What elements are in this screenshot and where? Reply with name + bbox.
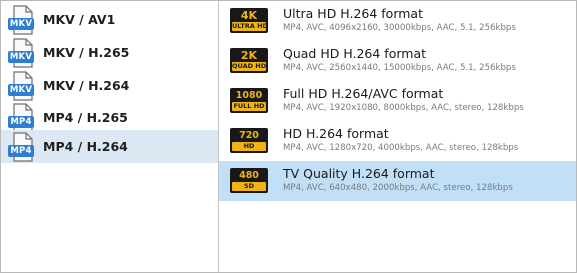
2k-quad-hd-badge-icon: 2K QUAD HD — [230, 48, 268, 73]
preset-item-hd[interactable]: 720 HD HD H.264 format MP4, AVC, 1280x72… — [219, 121, 576, 161]
format-label: MP4 / H.264 — [43, 139, 128, 154]
format-label: MKV / H.265 — [43, 45, 130, 60]
mkv-file-icon: MKV — [8, 37, 36, 68]
4k-ultra-hd-badge-icon: 4K ULTRA HD — [230, 8, 268, 33]
format-label: MP4 / H.265 — [43, 110, 128, 125]
preset-description: MP4, AVC, 2560x1440, 15000kbps, AAC, 5.1… — [283, 63, 516, 73]
preset-description: MP4, AVC, 4096x2160, 30000kbps, AAC, 5.1… — [283, 23, 516, 33]
format-picker: MKV MKV / AV1 MKV MKV / H.265 MKV MKV / … — [0, 0, 577, 273]
preset-title: Full HD H.264/AVC format — [283, 86, 444, 101]
720-hd-badge-icon: 720 HD — [230, 128, 268, 153]
mp4-file-icon: MP4 — [8, 102, 36, 133]
format-item-mkv-h265[interactable]: MKV MKV / H.265 — [1, 36, 218, 69]
preset-description: MP4, AVC, 640x480, 2000kbps, AAC, stereo… — [283, 183, 513, 193]
preset-description: MP4, AVC, 1280x720, 4000kbps, AAC, stere… — [283, 143, 519, 153]
preset-item-tv-quality[interactable]: 480 SD TV Quality H.264 format MP4, AVC,… — [219, 161, 576, 201]
mkv-file-icon: MKV — [8, 4, 36, 35]
format-label: MKV / AV1 — [43, 12, 116, 27]
mkv-file-icon: MKV — [8, 70, 36, 101]
480-sd-badge-icon: 480 SD — [230, 168, 268, 193]
preset-description: MP4, AVC, 1920x1080, 8000kbps, AAC, ster… — [283, 103, 524, 113]
preset-title: TV Quality H.264 format — [283, 166, 435, 181]
mp4-file-icon: MP4 — [8, 131, 36, 162]
preset-item-quad-hd[interactable]: 2K QUAD HD Quad HD H.264 format MP4, AVC… — [219, 41, 576, 81]
format-label: MKV / H.264 — [43, 78, 130, 93]
preset-item-full-hd[interactable]: 1080 FULL HD Full HD H.264/AVC format MP… — [219, 81, 576, 121]
preset-title: Ultra HD H.264 format — [283, 6, 423, 21]
preset-item-ultra-hd[interactable]: 4K ULTRA HD Ultra HD H.264 format MP4, A… — [219, 1, 576, 41]
preset-title: HD H.264 format — [283, 126, 389, 141]
preset-title: Quad HD H.264 format — [283, 46, 427, 61]
format-item-mkv-h264[interactable]: MKV MKV / H.264 — [1, 69, 218, 102]
preset-list: 4K ULTRA HD Ultra HD H.264 format MP4, A… — [219, 1, 576, 272]
1080-full-hd-badge-icon: 1080 FULL HD — [230, 88, 268, 113]
format-list: MKV MKV / AV1 MKV MKV / H.265 MKV MKV / … — [1, 1, 219, 272]
format-item-mp4-h264[interactable]: MP4 MP4 / H.264 — [1, 130, 218, 163]
format-item-mkv-av1[interactable]: MKV MKV / AV1 — [1, 3, 218, 36]
